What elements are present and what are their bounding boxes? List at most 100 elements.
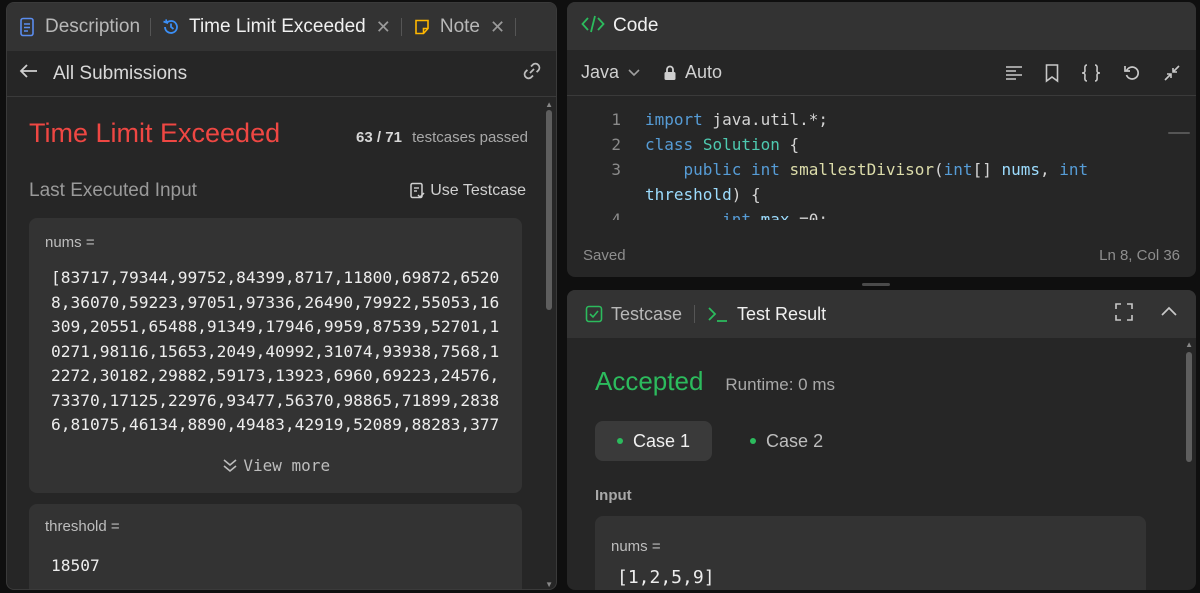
- language-select[interactable]: Java: [581, 62, 641, 83]
- code-title-bar: Code: [567, 2, 1196, 50]
- tab-time-limit-exceeded[interactable]: Time Limit Exceeded ✕: [151, 3, 401, 51]
- pass-dot-icon: [750, 438, 757, 444]
- last-executed-row: Last Executed Input Use Testcase: [29, 180, 526, 202]
- checkbox-icon: [585, 305, 603, 323]
- nums-label: nums =: [45, 234, 95, 251]
- left-tab-bar: Description Time Limit Exceeded ✕ Note ✕: [7, 3, 556, 51]
- line-number: 3: [611, 160, 621, 179]
- braces-icon[interactable]: [1080, 63, 1102, 83]
- language-label: Java: [581, 62, 620, 82]
- tab-label: Time Limit Exceeded: [189, 16, 366, 37]
- code-panel: Code Java Auto 1 import java.util.*; 2 c…: [567, 2, 1196, 277]
- close-icon[interactable]: ✕: [376, 17, 391, 38]
- cursor-position: Ln 8, Col 36: [1099, 246, 1180, 264]
- submission-subheader: All Submissions: [7, 51, 556, 97]
- terminal-icon: [707, 305, 729, 323]
- code-line-text: import java.util.*;: [645, 110, 829, 129]
- testcases-passed: 63 / 71 testcases passed: [356, 129, 528, 146]
- case-label: Case 1: [633, 430, 691, 451]
- format-icon[interactable]: [1004, 64, 1024, 82]
- lock-icon: [663, 65, 677, 81]
- panel-resize-handle[interactable]: [862, 283, 890, 286]
- saved-status: Saved: [583, 246, 626, 264]
- input-label: Input: [595, 487, 632, 504]
- history-icon: [161, 17, 181, 37]
- code-line-text: class Solution {: [645, 135, 800, 154]
- line-number: 2: [611, 135, 621, 154]
- auto-label: Auto: [685, 62, 723, 82]
- editor-status-bar: Saved Ln 8, Col 36: [567, 233, 1196, 277]
- result-row: Accepted Runtime: 0 ms: [595, 366, 835, 397]
- submission-panel: Description Time Limit Exceeded ✕ Note ✕…: [6, 2, 557, 590]
- chevron-down-icon: [627, 62, 641, 83]
- scroll-up-icon[interactable]: ▲: [1185, 340, 1193, 349]
- testcases-text: testcases passed: [412, 129, 528, 146]
- reset-icon[interactable]: [1122, 63, 1142, 83]
- double-chevron-down-icon: [221, 458, 243, 475]
- submission-content[interactable]: ▲ ▼ Time Limit Exceeded 63 / 71 testcase…: [7, 98, 556, 589]
- code-scroll-marker[interactable]: [1168, 132, 1190, 134]
- case-1-button[interactable]: Case 1: [595, 421, 713, 461]
- code-icon: [581, 14, 605, 39]
- back-arrow-icon[interactable]: [19, 62, 39, 85]
- code-line-text: int max =0;: [722, 210, 829, 220]
- input-card-threshold: threshold = 18507: [29, 504, 522, 589]
- scrollbar[interactable]: [546, 110, 552, 310]
- tab-note[interactable]: Note ✕: [402, 3, 515, 51]
- line-number: 1: [611, 110, 621, 129]
- tab-label: Description: [45, 16, 141, 37]
- tab-test-result[interactable]: Test Result: [707, 304, 826, 325]
- tab-label: Note: [439, 16, 480, 37]
- maximize-icon[interactable]: [1114, 302, 1134, 327]
- close-icon[interactable]: ✕: [490, 17, 505, 38]
- code-title: Code: [613, 15, 659, 36]
- test-panel-header: Testcase Test Result: [567, 290, 1196, 338]
- tab-test-result-label: Test Result: [737, 303, 827, 324]
- testcases-count: 63 / 71: [356, 129, 402, 146]
- scrollbar[interactable]: [1186, 352, 1192, 462]
- view-more-label: View more: [243, 456, 331, 475]
- code-line-text: public int smallestDivisor(int[] nums, i…: [683, 160, 1089, 179]
- view-more-button[interactable]: View more: [29, 456, 522, 476]
- line-number: 4: [611, 210, 621, 220]
- code-toolbar: Java Auto: [567, 50, 1196, 96]
- scroll-down-icon[interactable]: ▼: [545, 580, 553, 589]
- result-status: Accepted: [595, 366, 704, 396]
- pass-dot-icon: [617, 438, 623, 444]
- auto-mode[interactable]: Auto: [663, 62, 722, 83]
- use-testcase-button[interactable]: Use Testcase: [408, 182, 526, 200]
- note-icon: [412, 18, 432, 36]
- tab-testcase-label: Testcase: [611, 303, 683, 324]
- case-tabs: Case 1 Case 2: [595, 421, 845, 461]
- case-2-button[interactable]: Case 2: [728, 421, 845, 461]
- editor-actions: [1004, 63, 1182, 83]
- bookmark-icon[interactable]: [1044, 63, 1060, 83]
- collapse-icon[interactable]: [1162, 63, 1182, 83]
- share-link-icon[interactable]: [520, 59, 544, 88]
- test-panel-actions: [1114, 302, 1178, 327]
- chevron-up-icon[interactable]: [1160, 302, 1178, 327]
- last-executed-label: Last Executed Input: [29, 180, 197, 201]
- code-line-text: threshold) {: [645, 185, 761, 204]
- document-icon: [17, 17, 37, 37]
- nums-value: [83717,79344,99752,84399,8717,11800,6987…: [51, 268, 500, 434]
- verdict-row: Time Limit Exceeded 63 / 71 testcases pa…: [29, 118, 528, 149]
- use-testcase-icon: [408, 182, 426, 200]
- threshold-label: threshold =: [45, 518, 120, 535]
- tab-divider: [694, 305, 696, 323]
- tab-description[interactable]: Description: [7, 3, 150, 51]
- test-panel: Testcase Test Result ▲ Accepted Runtime:…: [567, 290, 1196, 590]
- scroll-up-icon[interactable]: ▲: [545, 100, 553, 109]
- case-label: Case 2: [766, 430, 824, 451]
- tab-testcase[interactable]: Testcase: [585, 304, 682, 325]
- nums-value: [1,2,5,9]: [617, 567, 715, 588]
- use-testcase-label: Use Testcase: [430, 182, 526, 199]
- runtime-text: Runtime: 0 ms: [725, 375, 835, 394]
- verdict-status: Time Limit Exceeded: [29, 118, 281, 148]
- result-input-card: nums = [1,2,5,9]: [595, 516, 1146, 590]
- code-editor[interactable]: 1 import java.util.*; 2 class Solution {…: [567, 102, 1196, 220]
- all-submissions-link[interactable]: All Submissions: [53, 63, 187, 85]
- tab-divider: [515, 18, 517, 36]
- threshold-value: 18507: [51, 556, 100, 575]
- nums-label: nums =: [611, 538, 661, 555]
